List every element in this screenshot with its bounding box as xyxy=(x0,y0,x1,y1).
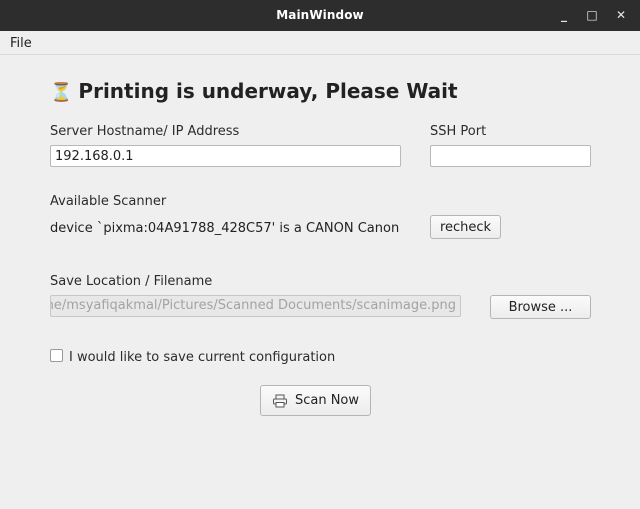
save-config-label[interactable]: I would like to save current configurati… xyxy=(69,350,335,365)
title-bar: MainWindow _ □ ✕ xyxy=(0,0,640,31)
scanner-device-text: device `pixma:04A91788_428C57' is a CANO… xyxy=(50,221,402,236)
minimize-icon[interactable]: _ xyxy=(555,6,573,24)
ssh-port-input[interactable] xyxy=(430,145,591,167)
menu-bar: File xyxy=(0,31,640,55)
window-title: MainWindow xyxy=(276,8,364,22)
printer-icon xyxy=(272,394,287,407)
save-config-checkbox[interactable] xyxy=(50,349,63,362)
menu-file[interactable]: File xyxy=(10,36,32,51)
hourglass-icon: ⏳ xyxy=(50,82,73,103)
ssh-port-label: SSH Port xyxy=(430,124,487,139)
scan-now-button[interactable]: Scan Now xyxy=(260,385,371,416)
browse-button[interactable]: Browse ... xyxy=(490,295,591,319)
save-location-field: /home/msyafiqakmal/Pictures/Scanned Docu… xyxy=(50,295,461,317)
recheck-button[interactable]: recheck xyxy=(430,215,501,239)
server-hostname-input[interactable] xyxy=(50,145,401,167)
close-icon[interactable]: ✕ xyxy=(612,6,630,24)
status-message: ⏳ Printing is underway, Please Wait xyxy=(50,79,458,105)
maximize-icon[interactable]: □ xyxy=(583,6,601,24)
server-label: Server Hostname/ IP Address xyxy=(50,124,240,139)
available-scanner-label: Available Scanner xyxy=(50,194,167,209)
status-text: Printing is underway, Please Wait xyxy=(78,79,458,103)
save-location-value: /home/msyafiqakmal/Pictures/Scanned Docu… xyxy=(50,298,456,313)
save-location-label: Save Location / Filename xyxy=(50,274,213,289)
scan-now-label: Scan Now xyxy=(294,393,360,408)
